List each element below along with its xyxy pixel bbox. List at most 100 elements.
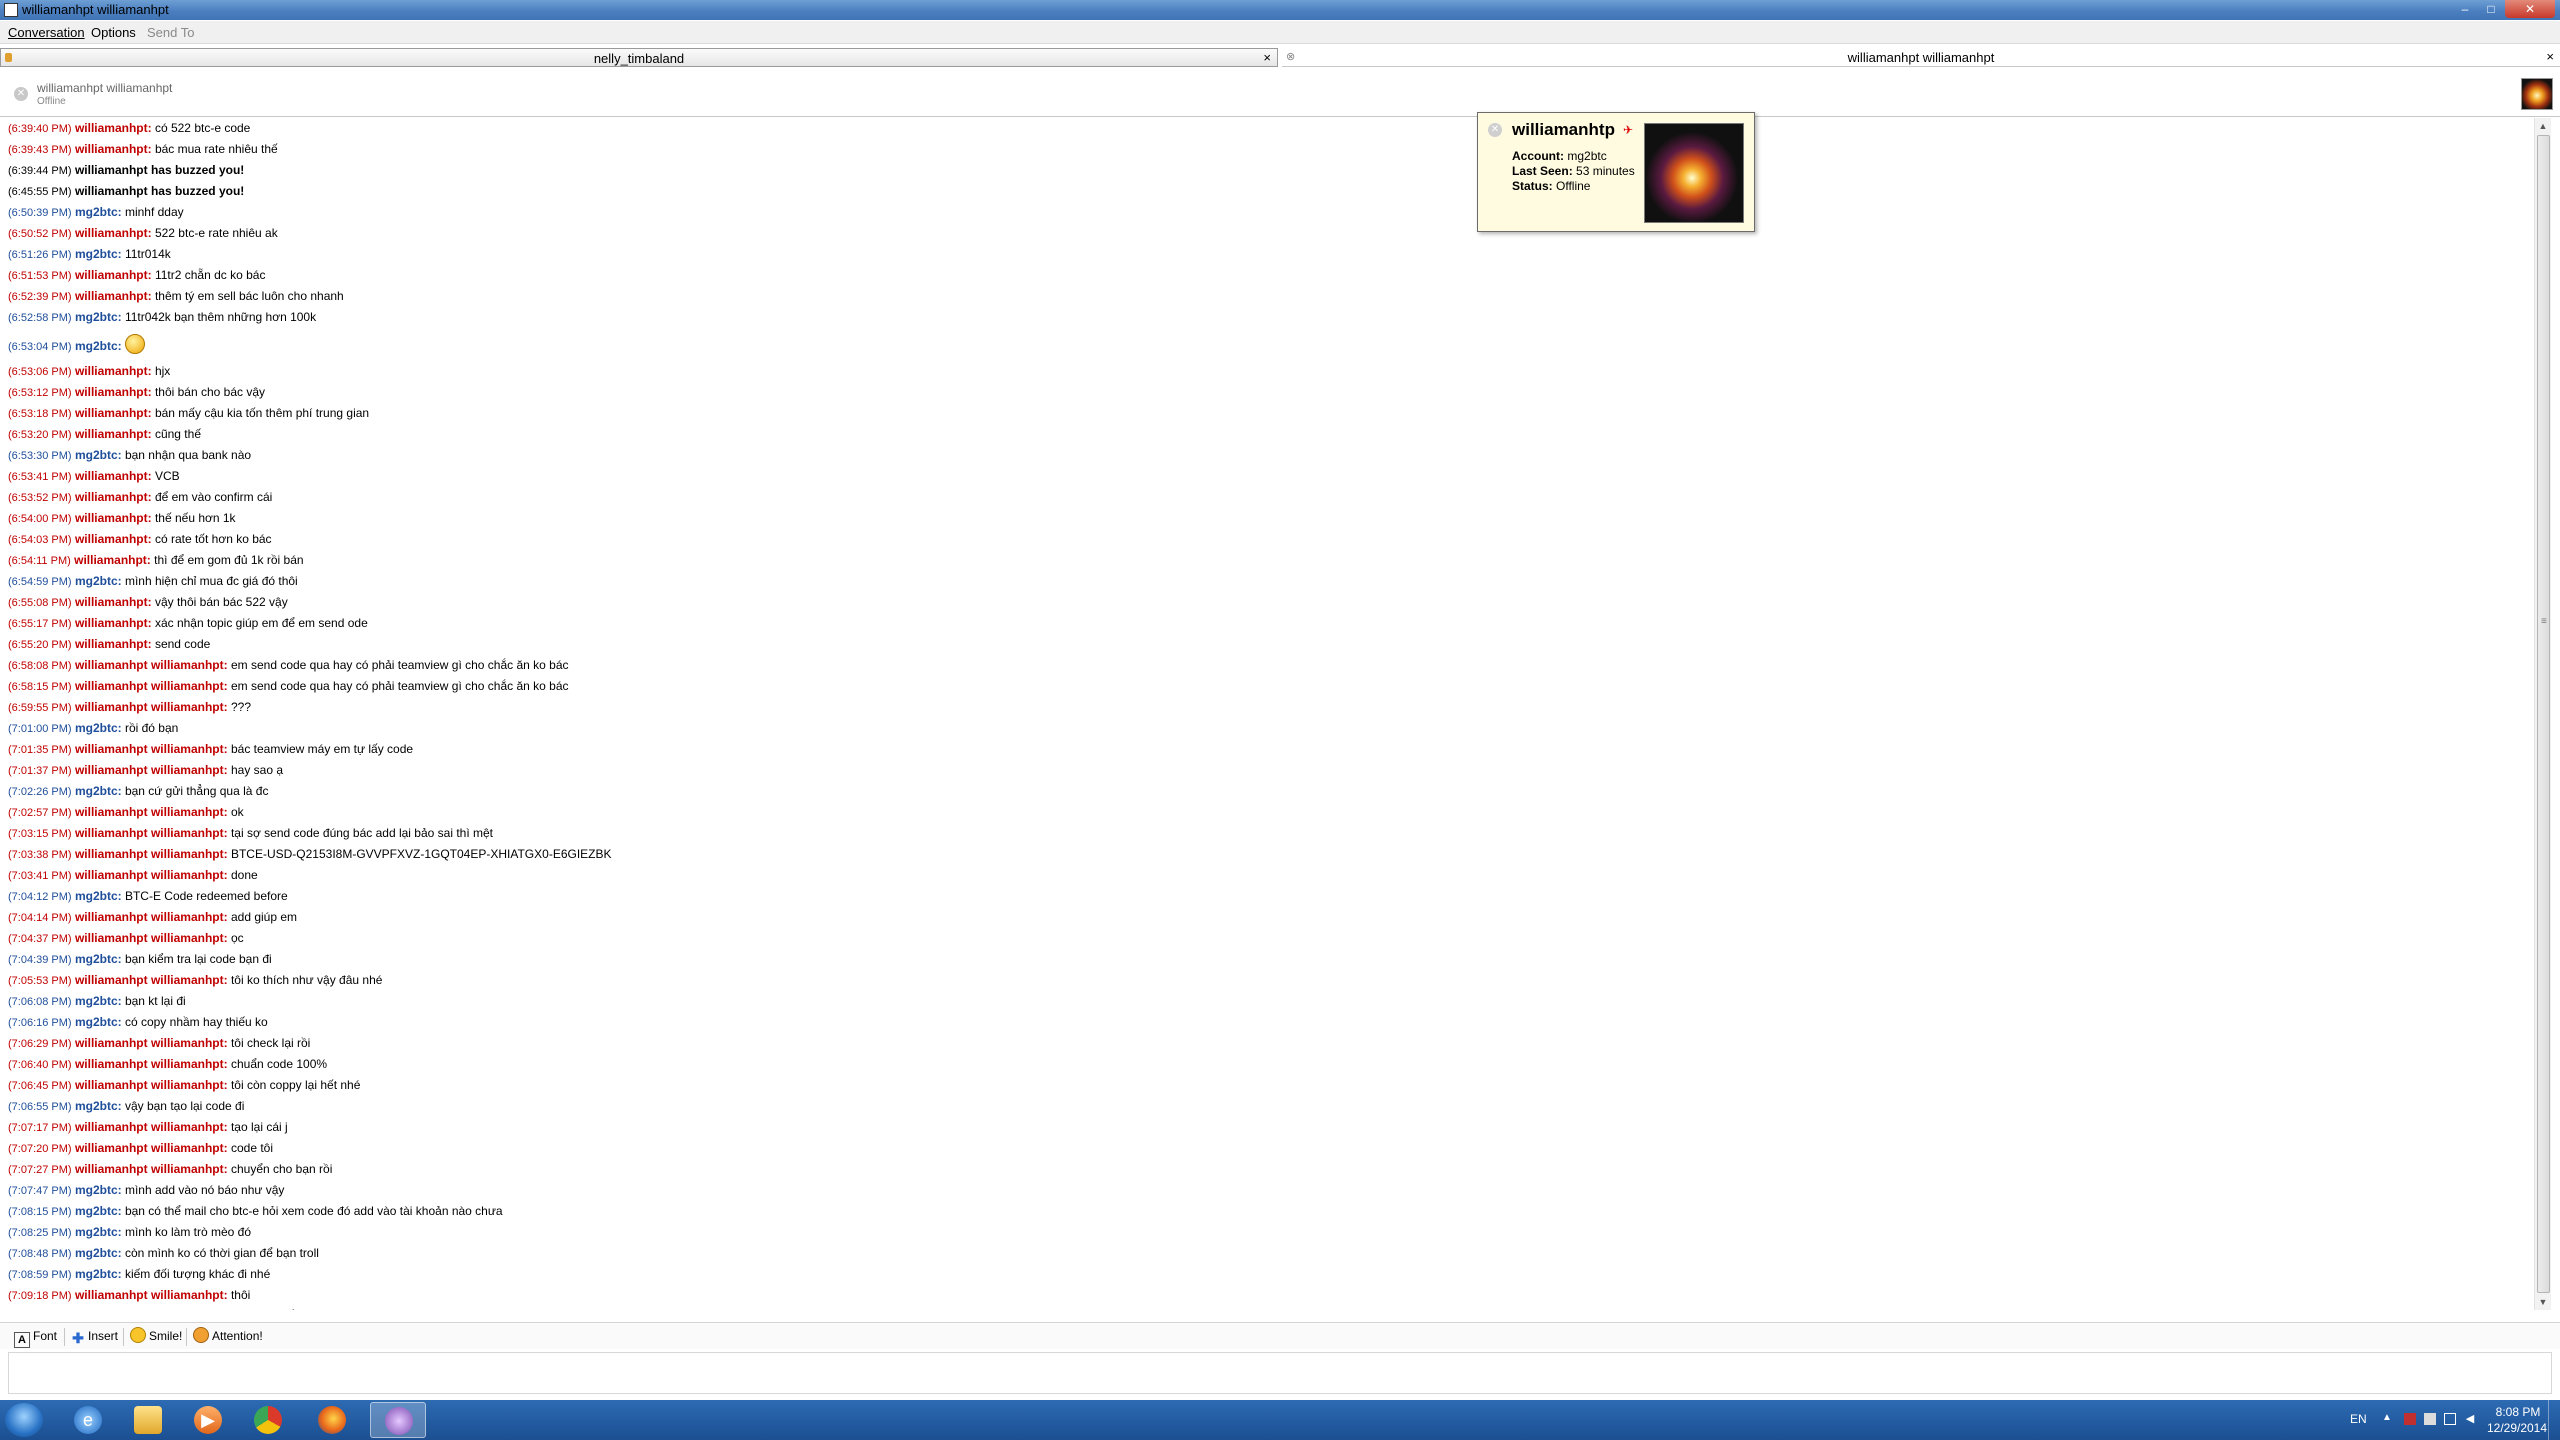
message-sender[interactable]: williamanhpt:	[75, 511, 152, 525]
message-sender[interactable]: williamanhpt:	[74, 553, 151, 567]
buddy-avatar[interactable]	[2521, 78, 2553, 110]
message-sender[interactable]: mg2btc:	[75, 1267, 122, 1281]
message-sender[interactable]: williamanhpt williamanhpt:	[75, 847, 228, 861]
message-sender[interactable]: williamanhpt:	[75, 616, 152, 630]
attention-button[interactable]: Attention!	[193, 1327, 263, 1345]
app-icon[interactable]	[4, 3, 18, 17]
start-button[interactable]	[5, 1403, 43, 1437]
message-sender[interactable]: mg2btc:	[75, 205, 122, 219]
tab-williamanhpt[interactable]: ⊗ williamanhpt williamanhpt ×	[1282, 48, 2560, 67]
message-sender[interactable]: williamanhpt williamanhpt:	[75, 973, 228, 987]
message-sender[interactable]: williamanhpt williamanhpt:	[75, 805, 228, 819]
message-sender[interactable]: williamanhpt williamanhpt:	[75, 1057, 228, 1071]
scroll-down-arrow-icon[interactable]: ▼	[2535, 1294, 2551, 1310]
message-sender[interactable]: williamanhpt:	[75, 637, 152, 651]
message-sender[interactable]: williamanhpt williamanhpt:	[75, 679, 228, 693]
internet-explorer-icon: e	[74, 1406, 102, 1434]
message-text: VCB	[154, 469, 180, 483]
message-sender[interactable]: mg2btc:	[75, 448, 122, 462]
message-sender[interactable]: williamanhpt williamanhpt:	[75, 910, 228, 924]
message-sender[interactable]: williamanhpt:	[75, 469, 152, 483]
power-icon[interactable]	[2424, 1413, 2436, 1425]
smile-button[interactable]: Smile!	[130, 1327, 182, 1345]
message-sender[interactable]: williamanhpt williamanhpt:	[75, 868, 228, 882]
message-sender[interactable]: williamanhpt williamanhpt:	[75, 1141, 228, 1155]
message-sender[interactable]: williamanhpt:	[75, 289, 152, 303]
message-sender[interactable]: mg2btc:	[75, 994, 122, 1008]
message-sender[interactable]: williamanhpt williamanhpt:	[75, 1120, 228, 1134]
message-sender[interactable]: williamanhpt:	[75, 268, 152, 282]
message-sender[interactable]: mg2btc:	[75, 1183, 122, 1197]
message-sender[interactable]: williamanhpt williamanhpt:	[75, 1309, 228, 1310]
show-desktop-button[interactable]	[2548, 1400, 2560, 1440]
language-indicator[interactable]: EN	[2350, 1412, 2367, 1426]
menu-send-to[interactable]: Send To	[147, 25, 194, 40]
message-sender[interactable]: williamanhpt has buzzed you!	[75, 184, 244, 198]
message-sender[interactable]: mg2btc:	[75, 310, 122, 324]
message-sender[interactable]: williamanhpt:	[75, 427, 152, 441]
message-input[interactable]	[8, 1352, 2552, 1394]
message-sender[interactable]: mg2btc:	[75, 247, 122, 261]
message-sender[interactable]: mg2btc:	[75, 1015, 122, 1029]
clock-time[interactable]: 8:08 PM	[2490, 1405, 2546, 1419]
message-sender[interactable]: mg2btc:	[75, 721, 122, 735]
tab-close-icon[interactable]: ×	[2546, 49, 2554, 64]
message-sender[interactable]: mg2btc:	[75, 1225, 122, 1239]
insert-button[interactable]: ✚ Insert	[71, 1327, 118, 1345]
font-button[interactable]: A Font	[14, 1327, 57, 1348]
clock-date[interactable]: 12/29/2014	[2482, 1421, 2552, 1435]
message-sender[interactable]: williamanhpt williamanhpt:	[75, 700, 228, 714]
taskbar-pidgin[interactable]	[370, 1402, 426, 1438]
message-sender[interactable]: mg2btc:	[75, 574, 122, 588]
tab-close-icon[interactable]: ×	[1263, 50, 1271, 65]
message-text: bác mua rate nhiêu thế	[154, 142, 278, 156]
taskbar-chrome[interactable]	[240, 1402, 294, 1438]
message-sender[interactable]: mg2btc:	[75, 889, 122, 903]
message-sender[interactable]: williamanhpt williamanhpt:	[75, 1288, 228, 1302]
message-sender[interactable]: williamanhpt williamanhpt:	[75, 1078, 228, 1092]
show-hidden-icons-arrow-icon[interactable]: ▲	[2382, 1412, 2392, 1423]
message-sender[interactable]: williamanhpt:	[75, 490, 152, 504]
conversation-log[interactable]: (6:39:40 PM) williamanhpt: có 522 btc-e …	[8, 118, 2532, 1310]
tab-nelly-timbaland[interactable]: nelly_timbaland ×	[0, 48, 1278, 67]
contact-name[interactable]: williamanhpt williamanhpt	[37, 81, 172, 95]
message-sender[interactable]: williamanhpt williamanhpt:	[75, 658, 228, 672]
network-icon[interactable]	[2444, 1413, 2456, 1425]
message-sender[interactable]: williamanhpt:	[75, 595, 152, 609]
menu-options[interactable]: Options	[91, 25, 136, 40]
minimize-button[interactable]: –	[2452, 0, 2478, 18]
message-sender[interactable]: williamanhpt:	[75, 385, 152, 399]
taskbar-media-player[interactable]: ▶	[180, 1402, 234, 1438]
message-sender[interactable]: williamanhpt:	[75, 364, 152, 378]
scrollbar-thumb[interactable]: ≡	[2537, 135, 2550, 1293]
message-sender[interactable]: mg2btc:	[75, 339, 122, 353]
message-sender[interactable]: williamanhpt williamanhpt:	[75, 763, 228, 777]
message-sender[interactable]: williamanhpt williamanhpt:	[75, 826, 228, 840]
message-sender[interactable]: mg2btc:	[75, 1099, 122, 1113]
message-sender[interactable]: williamanhpt has buzzed you!	[75, 163, 244, 177]
message-sender[interactable]: williamanhpt williamanhpt:	[75, 1036, 228, 1050]
scroll-up-arrow-icon[interactable]: ▲	[2535, 118, 2551, 134]
volume-icon[interactable]: ◀	[2464, 1413, 2476, 1425]
message-sender[interactable]: mg2btc:	[75, 1204, 122, 1218]
message-sender[interactable]: williamanhpt:	[75, 532, 152, 546]
message-sender[interactable]: williamanhpt williamanhpt:	[75, 931, 228, 945]
taskbar-file-explorer[interactable]	[120, 1402, 174, 1438]
message-sender[interactable]: williamanhpt:	[75, 226, 152, 240]
message-sender[interactable]: mg2btc:	[75, 952, 122, 966]
action-center-flag-icon[interactable]	[2404, 1413, 2416, 1425]
message-sender[interactable]: williamanhpt williamanhpt:	[75, 742, 228, 756]
vertical-scrollbar[interactable]: ▲ ≡ ▼	[2534, 118, 2551, 1310]
taskbar-firefox[interactable]	[304, 1402, 358, 1438]
message-sender[interactable]: williamanhpt williamanhpt:	[75, 1162, 228, 1176]
close-button[interactable]: ✕	[2505, 0, 2555, 18]
message-sender[interactable]: mg2btc:	[75, 1246, 122, 1260]
message-sender[interactable]: williamanhpt:	[75, 142, 152, 156]
maximize-button[interactable]: □	[2478, 0, 2504, 18]
message-sender[interactable]: williamanhpt:	[75, 121, 152, 135]
message-sender[interactable]: mg2btc:	[75, 784, 122, 798]
taskbar-internet-explorer[interactable]: e	[60, 1402, 114, 1438]
window-title-bar[interactable]: williamanhpt williamanhpt – □ ✕	[0, 0, 2560, 20]
message-sender[interactable]: williamanhpt:	[75, 406, 152, 420]
menu-conversation[interactable]: Conversation	[8, 25, 85, 40]
